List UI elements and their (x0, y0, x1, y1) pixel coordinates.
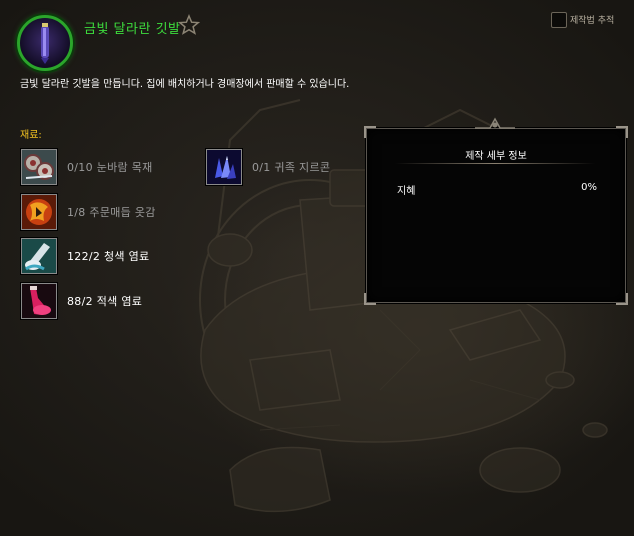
stat-value: 0% (581, 182, 597, 193)
reagents-heading: 재료: (20, 130, 42, 141)
panel-corner (364, 293, 376, 305)
stat-name: 지혜 (397, 186, 416, 197)
reagent-row[interactable]: 1/8 주문매듭 옷감 (21, 194, 191, 232)
purple-banner-icon[interactable] (17, 15, 73, 71)
recipe-description: 금빛 달라란 깃발을 만듭니다. 집에 배치하거나 경매장에서 판매할 수 있습… (20, 79, 350, 90)
crafting-details-panel: 제작 세부 정보 지혜 0% (364, 126, 628, 305)
red-dye-icon (21, 283, 57, 319)
panel-corner (616, 126, 628, 138)
details-divider (395, 163, 595, 164)
reagent-row[interactable]: 122/2 청색 염료 (21, 238, 191, 276)
track-recipe-label[interactable]: 제작법 추적 (570, 13, 614, 26)
spellknot-cloth-icon (21, 194, 57, 230)
panel-corner (364, 126, 376, 138)
favorite-star-icon[interactable] (178, 14, 200, 36)
panel-corner (616, 293, 628, 305)
noble-zircon-icon (206, 149, 242, 185)
reagent-row[interactable]: 0/1 귀족 지르콘 (206, 149, 356, 187)
blue-dye-icon (21, 238, 57, 274)
reagent-label: 122/2 청색 염료 (67, 250, 150, 263)
reagent-label: 1/8 주문매듭 옷감 (67, 206, 156, 219)
recipe-title: 금빛 달라란 깃발 (84, 22, 181, 37)
reagent-row[interactable]: 0/10 눈바람 목재 (21, 149, 191, 187)
reagent-label: 88/2 적색 염료 (67, 295, 143, 308)
reagent-label: 0/10 눈바람 목재 (67, 161, 153, 174)
panel-ornament-icon (475, 117, 515, 129)
reagent-row[interactable]: 88/2 적색 염료 (21, 283, 191, 321)
snowwind-lumber-icon (21, 149, 57, 185)
details-title: 제작 세부 정보 (465, 151, 527, 162)
reagent-label: 0/1 귀족 지르콘 (252, 161, 331, 174)
track-recipe-checkbox[interactable] (551, 12, 567, 28)
recipe-detail-frame: 금빛 달라란 깃발 제작법 추적 금빛 달라란 깃발을 만듭니다. 집에 배치하… (0, 0, 634, 536)
